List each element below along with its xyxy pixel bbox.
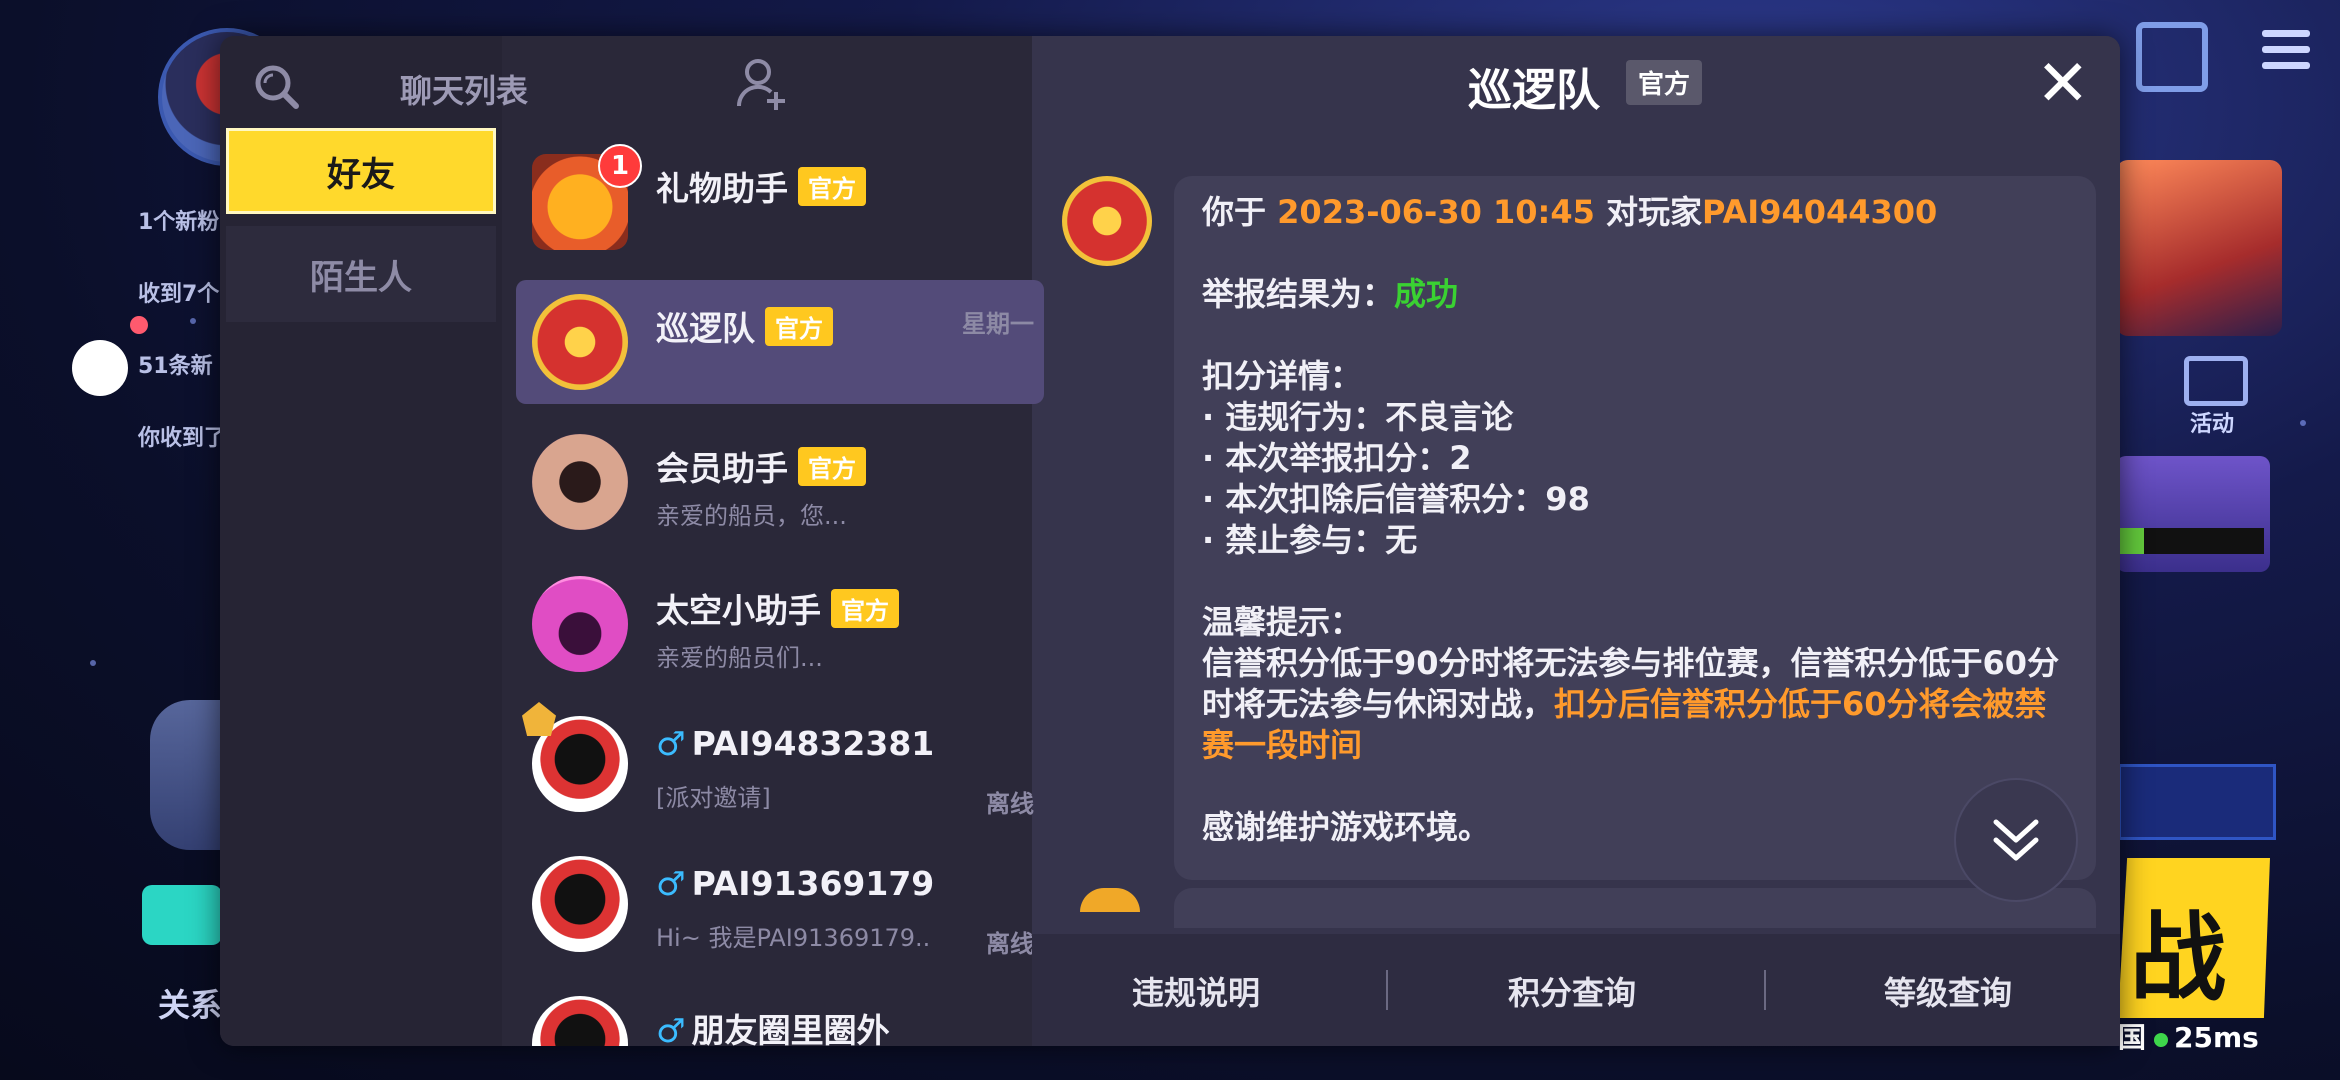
- ping-dot-icon: [2154, 1033, 2169, 1047]
- divider: [1386, 970, 1388, 1010]
- last-time: 星期一: [962, 310, 1034, 338]
- close-icon[interactable]: ✕: [2036, 52, 2090, 116]
- tab-strangers[interactable]: 陌生人: [226, 226, 496, 322]
- chat-footer: 违规说明 积分查询 等级查询: [1032, 934, 2120, 1046]
- message-bubble: 你于 2023-06-30 10:45 对玩家PAI94044300 举报结果为…: [1174, 176, 2096, 880]
- contact-name: 会员助手: [656, 449, 788, 488]
- detail-item: · 本次扣除后信誉积分：98: [1202, 480, 1590, 518]
- thanks-line: 感谢维护游戏环境。: [1202, 808, 1491, 846]
- tip-title: 温馨提示：: [1202, 603, 1363, 641]
- official-badge: 官方: [765, 307, 833, 346]
- contact-name: 朋友圈里圈外: [691, 1011, 890, 1046]
- message-preview: 亲爱的船员们...: [656, 644, 823, 672]
- event-banner[interactable]: [2116, 160, 2282, 336]
- contact-name: PAI94832381: [691, 724, 935, 763]
- message-preview: 亲爱的船员，您...: [656, 502, 847, 530]
- level-query-button[interactable]: 等级查询: [1884, 968, 2012, 1014]
- relations-label[interactable]: 关系: [158, 980, 222, 1026]
- online-status: 离线: [986, 790, 1034, 818]
- notification-dot: [130, 316, 148, 334]
- message-preview: [派对邀请]: [656, 784, 771, 812]
- list-item-player[interactable]: ♂ PAI94832381 [派对邀请] 离线: [516, 702, 1044, 826]
- search-icon[interactable]: [254, 64, 300, 110]
- contact-name: 巡逻队: [656, 309, 755, 348]
- official-badge: 官方: [831, 589, 899, 628]
- blue-panel: [2118, 764, 2276, 840]
- list-item-member-assistant[interactable]: 会员助手 官方 亲爱的船员，您...: [516, 420, 1044, 544]
- member-avatar: [532, 434, 628, 530]
- battle-label: 战: [2130, 902, 2226, 1014]
- category-tabs: 好友 陌生人: [220, 36, 502, 1046]
- double-chevron-down-icon: [1993, 819, 2039, 861]
- player-avatar: [532, 996, 628, 1046]
- detail-item: · 违规行为：不良言论: [1202, 398, 1514, 436]
- message-preview: Hi~ 我是PAI91369179..: [656, 924, 931, 952]
- feed-line: 51条新: [138, 354, 213, 379]
- menu-icon[interactable]: [2262, 30, 2310, 78]
- progress-bar: [2116, 528, 2264, 554]
- contact-name: 太空小助手: [656, 591, 821, 630]
- report-line: 你于 2023-06-30 10:45 对玩家PAI94044300: [1202, 193, 1938, 231]
- tab-friends[interactable]: 好友: [226, 128, 496, 214]
- chat-icon[interactable]: [142, 885, 222, 945]
- player-avatar: [532, 856, 628, 952]
- patrol-avatar: [532, 294, 628, 390]
- feed-line: 你收到了: [138, 426, 227, 451]
- feed-line: 1个新粉: [138, 210, 220, 235]
- official-badge: 官方: [1626, 60, 1703, 105]
- official-badge: 官方: [798, 167, 866, 206]
- list-item-player[interactable]: ♂ PAI91369179 Hi~ 我是PAI91369179.. 离线: [516, 842, 1044, 966]
- detail-item: · 禁止参与：无: [1202, 521, 1418, 559]
- next-message-bubble: [1174, 888, 2096, 928]
- sender-avatar[interactable]: [1062, 176, 1152, 266]
- result-line: 举报结果为：成功: [1202, 275, 1459, 313]
- star: [2300, 420, 2306, 426]
- moon-banner[interactable]: [2116, 456, 2270, 572]
- tv-icon[interactable]: [2136, 22, 2208, 92]
- chat-list-title: 聊天列表: [400, 72, 529, 110]
- violation-info-button[interactable]: 违规说明: [1132, 968, 1260, 1014]
- male-icon: ♂: [656, 724, 686, 763]
- floating-touch-button[interactable]: [72, 340, 128, 396]
- activity-label[interactable]: 活动: [2190, 406, 2234, 438]
- star: [190, 318, 196, 324]
- online-status: 离线: [986, 930, 1034, 958]
- list-item-space-assistant[interactable]: 太空小助手 官方 亲爱的船员们...: [516, 562, 1044, 686]
- detail-item: · 本次举报扣分：2: [1202, 439, 1472, 477]
- tip-text: 信誉积分低于90分时将无法参与排位赛，信誉积分低于60分时将无法参与休闲对战，扣…: [1202, 644, 2060, 764]
- official-badge: 官方: [798, 447, 866, 486]
- crown-icon: [522, 702, 556, 736]
- score-query-button[interactable]: 积分查询: [1508, 968, 1636, 1014]
- unread-badge: 1: [598, 144, 642, 188]
- add-friend-icon[interactable]: [736, 58, 788, 110]
- feed-line: 收到7个: [138, 282, 220, 307]
- male-icon: ♂: [656, 864, 686, 903]
- list-item-patrol[interactable]: 巡逻队 官方 星期一: [516, 280, 1044, 404]
- male-icon: ♂: [656, 1011, 686, 1046]
- activity-icon[interactable]: [2184, 356, 2248, 406]
- chat-title: 巡逻队: [1468, 65, 1600, 116]
- star: [90, 660, 96, 666]
- ping-indicator: 国 25ms: [2118, 1021, 2259, 1054]
- space-assistant-avatar: [532, 576, 628, 672]
- list-item-gift-assistant[interactable]: 1 礼物助手 官方: [516, 140, 1044, 264]
- detail-title: 扣分详情：: [1202, 357, 1363, 395]
- list-item-player[interactable]: ♂ 朋友圈里圈外: [516, 982, 1044, 1046]
- contact-name: 礼物助手: [656, 169, 788, 208]
- contact-name: PAI91369179: [691, 864, 935, 903]
- divider: [1764, 970, 1766, 1010]
- scroll-to-bottom-button[interactable]: [1954, 778, 2078, 902]
